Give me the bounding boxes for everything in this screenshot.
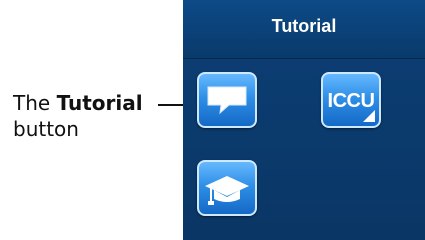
corner-triangle-icon [363, 110, 375, 122]
callout-annotation: The Tutorial button [13, 90, 143, 142]
callout-emphasis: Tutorial [56, 91, 143, 115]
education-button[interactable] [197, 160, 257, 216]
iccu-button[interactable]: ICCU [321, 72, 381, 128]
callout-prefix: The [13, 91, 51, 115]
speech-bubble-icon [207, 86, 247, 115]
panel-title: Tutorial [271, 16, 337, 36]
tutorial-panel: Tutorial ICCU [183, 0, 425, 240]
graduation-cap-icon [205, 176, 249, 205]
callout-suffix: button [13, 117, 79, 141]
panel-header: Tutorial [183, 0, 425, 59]
tutorial-button[interactable] [197, 72, 257, 128]
